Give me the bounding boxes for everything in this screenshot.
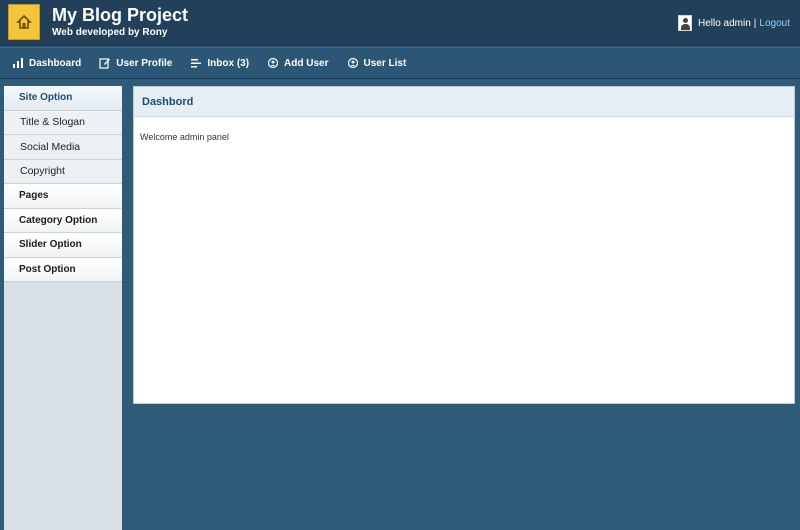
user-icon <box>267 57 279 69</box>
sidebar-item-category-option[interactable]: Category Option <box>4 208 122 233</box>
panel-title: Dashbord <box>134 87 794 117</box>
bar-chart-icon <box>12 57 24 69</box>
nav-user-profile[interactable]: User Profile <box>99 57 172 69</box>
sidebar-item-slider-option[interactable]: Slider Option <box>4 233 122 258</box>
greeting-text: Hello admin <box>697 17 751 29</box>
user-area: Hello admin | Logout <box>677 14 790 32</box>
nav-dashboard-label: Dashboard <box>29 57 82 69</box>
header: My Blog Project Web developed by Rony He… <box>0 0 800 46</box>
nav-inbox-label: Inbox (3) <box>207 57 250 69</box>
sidebar-item-site-option[interactable]: Site Option <box>4 86 122 111</box>
list-icon <box>190 57 202 69</box>
sidebar-item-post-option[interactable]: Post Option <box>4 257 122 282</box>
nav-dashboard[interactable]: Dashboard <box>12 57 81 69</box>
logout-link[interactable]: Logout <box>759 18 790 29</box>
main-navbar: Dashboard User Profile Inbox (3) Add Use… <box>0 47 800 79</box>
sidebar-item-copyright[interactable]: Copyright <box>4 159 122 184</box>
site-title: My Blog Project <box>52 5 189 25</box>
sidebar-item-social-media[interactable]: Social Media <box>4 135 122 160</box>
avatar <box>677 15 692 31</box>
sidebar-item-title-slogan[interactable]: Title & Slogan <box>4 110 122 135</box>
dashboard-panel: Dashbord Welcome admin panel <box>133 86 795 404</box>
nav-add-user[interactable]: Add User <box>267 57 329 69</box>
nav-add-user-label: Add User <box>284 57 329 69</box>
user-icon <box>347 57 359 69</box>
nav-user-profile-label: User Profile <box>116 57 173 69</box>
sidebar-item-pages[interactable]: Pages <box>4 184 122 209</box>
nav-inbox[interactable]: Inbox (3) <box>190 57 249 69</box>
nav-user-list[interactable]: User List <box>347 57 407 69</box>
sidebar: Site Option Title & Slogan Social Media … <box>4 86 122 530</box>
nav-user-list-label: User List <box>363 57 407 69</box>
home-logo-icon[interactable] <box>8 4 40 40</box>
edit-icon <box>99 57 111 69</box>
site-subtitle: Web developed by Rony <box>52 27 168 38</box>
separator: | <box>753 17 757 29</box>
panel-body: Welcome admin panel <box>140 132 229 142</box>
